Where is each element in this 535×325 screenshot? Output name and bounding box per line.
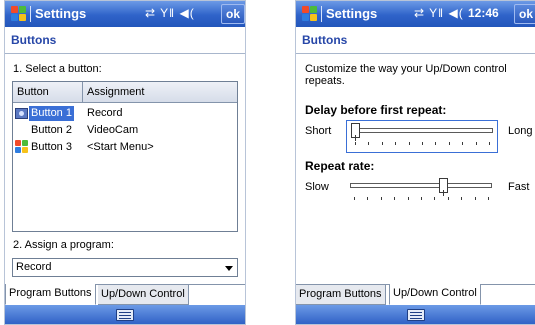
delay-slider[interactable] [346, 120, 498, 153]
window-title: Settings [326, 6, 378, 21]
cell-assignment: <Start Menu> [87, 141, 154, 153]
list-row-button-2[interactable]: Button 2 VideoCam [13, 122, 237, 139]
cell-button: Button 2 [31, 124, 72, 136]
start-menu-icon[interactable] [11, 6, 26, 21]
button-list[interactable]: Button Assignment Button 1 Record Button… [12, 81, 238, 232]
delay-min-label: Short [305, 125, 332, 137]
rate-slider-ticks [354, 197, 489, 200]
title-bar: Settings ⇄ Y‖ ◀( 12:46 ok [296, 1, 535, 27]
menu-bar [5, 305, 245, 324]
slider-tick [421, 197, 422, 200]
settings-screen-program-buttons: Settings ⇄ Y‖ ◀( ok Buttons 1. Select a … [4, 0, 246, 325]
dropdown-arrow-icon[interactable] [225, 266, 233, 271]
slider-tick [367, 197, 369, 200]
tab-up-down-control[interactable]: Up/Down Control [98, 285, 189, 305]
slider-tick [354, 197, 355, 200]
title-bar: Settings ⇄ Y‖ ◀( ok [5, 1, 245, 27]
tab-strip: Program Buttons Up/Down Control [296, 284, 535, 305]
clock[interactable]: 12:46 [468, 6, 499, 20]
ok-button[interactable]: ok [221, 4, 245, 24]
slider-tick [381, 142, 383, 145]
delay-slider-thumb[interactable] [351, 123, 360, 141]
rate-max-label: Fast [508, 181, 530, 193]
rate-min-label: Slow [305, 181, 329, 193]
window-title: Settings [35, 6, 87, 21]
rate-slider-track [350, 183, 492, 188]
slider-tick [462, 142, 464, 145]
slider-tick [422, 142, 423, 145]
keyboard-icon[interactable] [116, 309, 134, 321]
slider-tick [448, 142, 450, 145]
status-icons[interactable]: ⇄ Y‖ ◀( [414, 6, 464, 20]
page-heading: Buttons [296, 27, 535, 54]
delay-slider-track [351, 128, 493, 133]
repeat-rate-slider[interactable] [346, 176, 498, 209]
slider-tick [407, 197, 409, 200]
page-heading: Buttons [5, 27, 245, 54]
slider-tick [475, 142, 477, 145]
menu-bar [296, 305, 535, 324]
slider-tick [474, 197, 476, 200]
select-button-label: 1. Select a button: [13, 63, 102, 75]
cell-button: Button 1 [29, 106, 74, 121]
list-header: Button Assignment [13, 82, 237, 103]
delay-max-label: Long [508, 125, 533, 137]
windows-flag-icon [15, 140, 28, 153]
slider-tick [355, 142, 356, 145]
slider-tick [435, 142, 437, 145]
start-menu-icon[interactable] [302, 6, 317, 21]
tab-strip: Program Buttons Up/Down Control [5, 284, 245, 305]
cell-button: Button 3 [31, 141, 72, 153]
list-row-button-3[interactable]: Button 3 <Start Menu> [13, 139, 237, 156]
title-separator [30, 6, 31, 22]
record-icon [15, 108, 28, 119]
repeat-rate-label: Repeat rate: [305, 159, 375, 173]
assign-program-label: 2. Assign a program: [13, 239, 114, 251]
list-row-button-1[interactable]: Button 1 Record [13, 105, 237, 122]
slider-tick [395, 142, 397, 145]
tab-program-buttons[interactable]: Program Buttons [5, 284, 96, 305]
cell-assignment: VideoCam [87, 124, 139, 136]
delay-label: Delay before first repeat: [305, 103, 447, 117]
settings-screen-up-down-control: Settings ⇄ Y‖ ◀( 12:46 ok Buttons Custom… [295, 0, 535, 325]
slider-tick [461, 197, 463, 200]
slider-tick [489, 142, 490, 145]
program-select-value: Record [16, 261, 52, 273]
slider-tick [434, 197, 436, 200]
slider-tick [447, 197, 449, 200]
delay-slider-ticks [355, 142, 490, 145]
slider-tick [488, 197, 489, 200]
program-select[interactable]: Record [12, 258, 238, 277]
slider-tick [394, 197, 396, 200]
column-header-assignment[interactable]: Assignment [83, 82, 238, 102]
slider-tick [408, 142, 410, 145]
keyboard-icon[interactable] [407, 309, 425, 321]
slider-tick [368, 142, 370, 145]
column-header-button[interactable]: Button [13, 82, 83, 102]
tab-program-buttons[interactable]: Program Buttons [296, 285, 386, 305]
slider-tick [380, 197, 382, 200]
description-text: Customize the way your Up/Down control r… [305, 63, 507, 87]
ok-button[interactable]: ok [514, 4, 535, 24]
cell-assignment: Record [87, 107, 123, 119]
title-separator [321, 6, 322, 22]
rate-slider-thumb[interactable] [439, 178, 449, 196]
status-icons[interactable]: ⇄ Y‖ ◀( [145, 6, 195, 20]
tab-up-down-control[interactable]: Up/Down Control [389, 284, 481, 305]
